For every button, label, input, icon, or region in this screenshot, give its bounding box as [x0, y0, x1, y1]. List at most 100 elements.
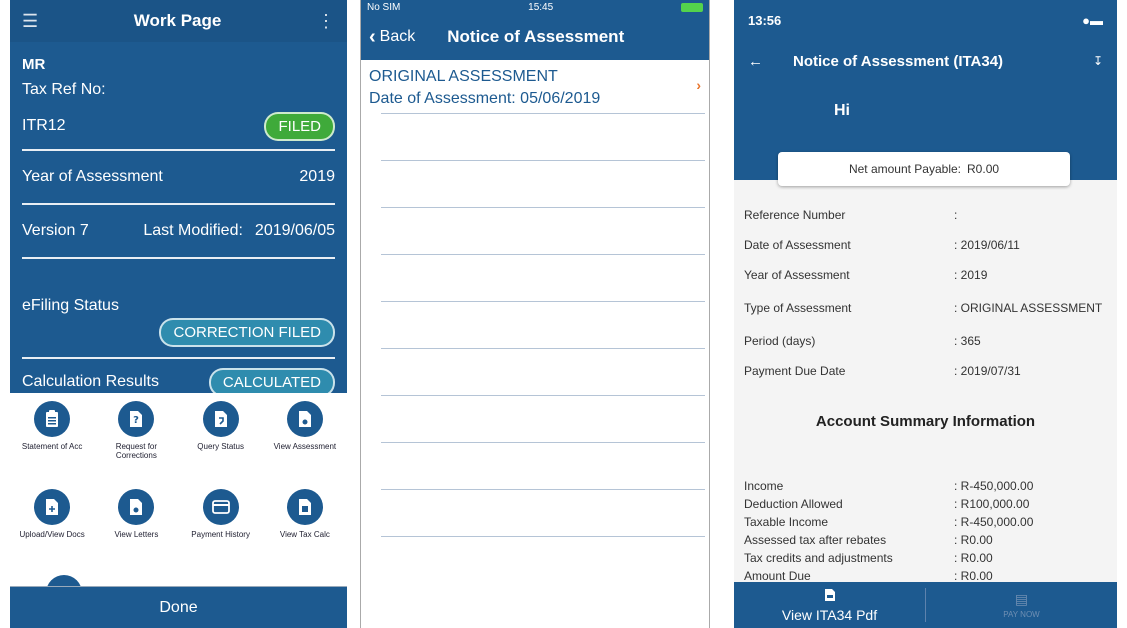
row-divider: [381, 301, 705, 302]
doc-view-icon: [286, 401, 323, 437]
pdf-doc-icon: [824, 588, 836, 605]
summary-label: Taxable Income: [744, 515, 829, 529]
view-pdf-button[interactable]: View ITA34 Pdf: [734, 582, 925, 628]
net-amount-value: R0.00: [967, 162, 1000, 176]
doc-arrow-icon: [202, 401, 239, 437]
calc-doc-icon: [286, 489, 323, 525]
status-bar: 13:56 ●▬: [734, 0, 1117, 40]
detail-value: : ORIGINAL ASSESSMENT: [954, 300, 1103, 315]
page-title: Work Page: [133, 11, 222, 30]
detail-row: Date of Assessment: 2019/06/11: [744, 230, 1109, 260]
signal-battery-icon: ●▬: [1082, 12, 1103, 28]
summary-value: : R-450,000.00: [954, 515, 1034, 529]
view-assessment-tile[interactable]: View Assessment: [263, 401, 347, 489]
row-divider: [381, 113, 705, 114]
correction-filed-badge: CORRECTION FILED: [159, 317, 335, 347]
upload-view-docs-tile[interactable]: Upload/View Docs: [10, 489, 94, 577]
efiling-status-row: CORRECTION FILED: [10, 315, 347, 349]
pay-icon: ▤: [1014, 591, 1029, 607]
detail-label: Reference Number: [744, 208, 846, 222]
summary-label: Assessed tax after rebates: [744, 533, 887, 547]
query-status-tile[interactable]: Query Status: [179, 401, 263, 489]
detail-row: Year of Assessment: 2019: [744, 260, 1109, 290]
hamburger-menu-icon[interactable]: ☰: [22, 11, 38, 32]
efiling-label: eFiling Status: [22, 297, 119, 314]
summary-value: : R0.00: [954, 533, 993, 547]
summary-row: Income : R-450,000.00: [744, 477, 1109, 495]
row-divider: [381, 207, 705, 208]
tile-label: View Tax Calc: [279, 530, 330, 539]
pay-now-label: PAY NOW: [1003, 610, 1040, 619]
view-tax-calc-tile[interactable]: View Tax Calc: [263, 489, 347, 577]
summary-label: Tax credits and adjustments: [744, 551, 893, 565]
row-divider: [381, 348, 705, 349]
net-amount-label: Net amount Payable:: [848, 162, 962, 176]
summary-value: : R0.00: [954, 569, 993, 583]
last-modified-value: 2019/06/05: [254, 222, 335, 239]
detail-row: Reference Number:: [744, 200, 1109, 230]
back-button[interactable]: ‹ Back: [369, 26, 415, 49]
detail-label: Year of Assessment: [744, 268, 850, 282]
empty-list-rows: [381, 113, 705, 583]
detail-row: Type of Assessment : ORIGINAL ASSESSMENT: [744, 290, 1109, 326]
row-divider: [381, 254, 705, 255]
summary-row: Assessed tax after rebates : R0.00: [744, 531, 1109, 549]
question-doc-icon: ?: [118, 401, 155, 437]
view-pdf-label: View ITA34 Pdf: [781, 606, 878, 623]
back-arrow-icon[interactable]: ←: [748, 53, 763, 70]
doc-plus-icon: [34, 489, 71, 525]
detail-label: Payment Due Date: [744, 364, 846, 378]
nav-bar: ← Notice of Assessment (ITA34) ↧: [734, 40, 1117, 82]
row-divider: [381, 160, 705, 161]
nav-bar: ‹ Back Notice of Assessment: [361, 14, 709, 60]
detail-label: Date of Assessment: [744, 238, 851, 252]
row-divider: [381, 536, 705, 537]
summary-value: : R0.00: [954, 551, 993, 565]
letter-icon: [118, 489, 155, 525]
summary-row: Tax credits and adjustments : R0.00: [744, 549, 1109, 567]
tile-label: Statement of Acc: [21, 442, 83, 451]
row-divider: [381, 395, 705, 396]
status-bar: No SIM 15:45: [361, 0, 709, 14]
summary-value: : R-450,000.00: [954, 479, 1034, 493]
download-icon[interactable]: ↧: [1093, 54, 1103, 68]
row-divider: [381, 489, 705, 490]
return-type: ITR12: [22, 117, 66, 134]
pay-now-button[interactable]: ▤ PAY NOW: [926, 582, 1117, 628]
tile-label: Payment History: [191, 530, 250, 539]
action-grid: Statement of Acc ? Request for Correctio…: [10, 393, 347, 586]
tile-label: View Assessment: [273, 442, 337, 451]
view-letters-tile[interactable]: View Letters: [94, 489, 178, 577]
done-button[interactable]: Done: [10, 586, 347, 628]
request-corrections-tile[interactable]: ? Request for Corrections: [94, 401, 178, 489]
detail-row: Period (days): 365: [744, 326, 1109, 356]
taxpayer-name: MR: [22, 56, 46, 73]
top-bar: ☰ Work Page ⋮: [10, 0, 347, 42]
carrier-label: No SIM: [367, 1, 401, 13]
summary-value: : R100,000.00: [954, 497, 1030, 511]
status-time: 13:56: [748, 12, 782, 28]
battery-icon: [681, 2, 703, 12]
ita34-screen: 13:56 ●▬ ← Notice of Assessment (ITA34) …: [734, 0, 1117, 628]
detail-value: : 365: [954, 333, 981, 348]
year-value: 2019: [299, 168, 335, 185]
chevron-left-icon: ‹: [369, 25, 376, 48]
more-options-icon[interactable]: ⋮: [317, 11, 335, 32]
section-heading: Account Summary Information: [815, 413, 1036, 430]
version-row: Version 7 Last Modified: 2019/06/05: [10, 205, 347, 257]
tile-label: Query Status: [197, 442, 244, 451]
detail-label: Type of Assessment: [744, 301, 852, 315]
assessment-record-item[interactable]: ORIGINAL ASSESSMENT Date of Assessment: …: [361, 60, 709, 110]
nav-title: Notice of Assessment (ITA34): [793, 52, 1004, 70]
year-label: Year of Assessment: [22, 168, 163, 185]
payment-history-tile[interactable]: Payment History: [179, 489, 263, 577]
greeting-text: Hi: [834, 102, 850, 119]
statement-of-acc-tile[interactable]: Statement of Acc: [10, 401, 94, 489]
summary-label: Income: [744, 479, 784, 493]
assessment-details: Reference Number: Date of Assessment: 20…: [744, 200, 1109, 386]
summary-label: Amount Due: [744, 569, 811, 583]
tile-label: View Letters: [114, 530, 159, 539]
tile-label: Request for Corrections: [115, 442, 158, 461]
work-page-screen: ☰ Work Page ⋮ MR Tax Ref No: ITR12 FILED…: [10, 0, 347, 628]
clipboard-icon: [34, 401, 71, 437]
